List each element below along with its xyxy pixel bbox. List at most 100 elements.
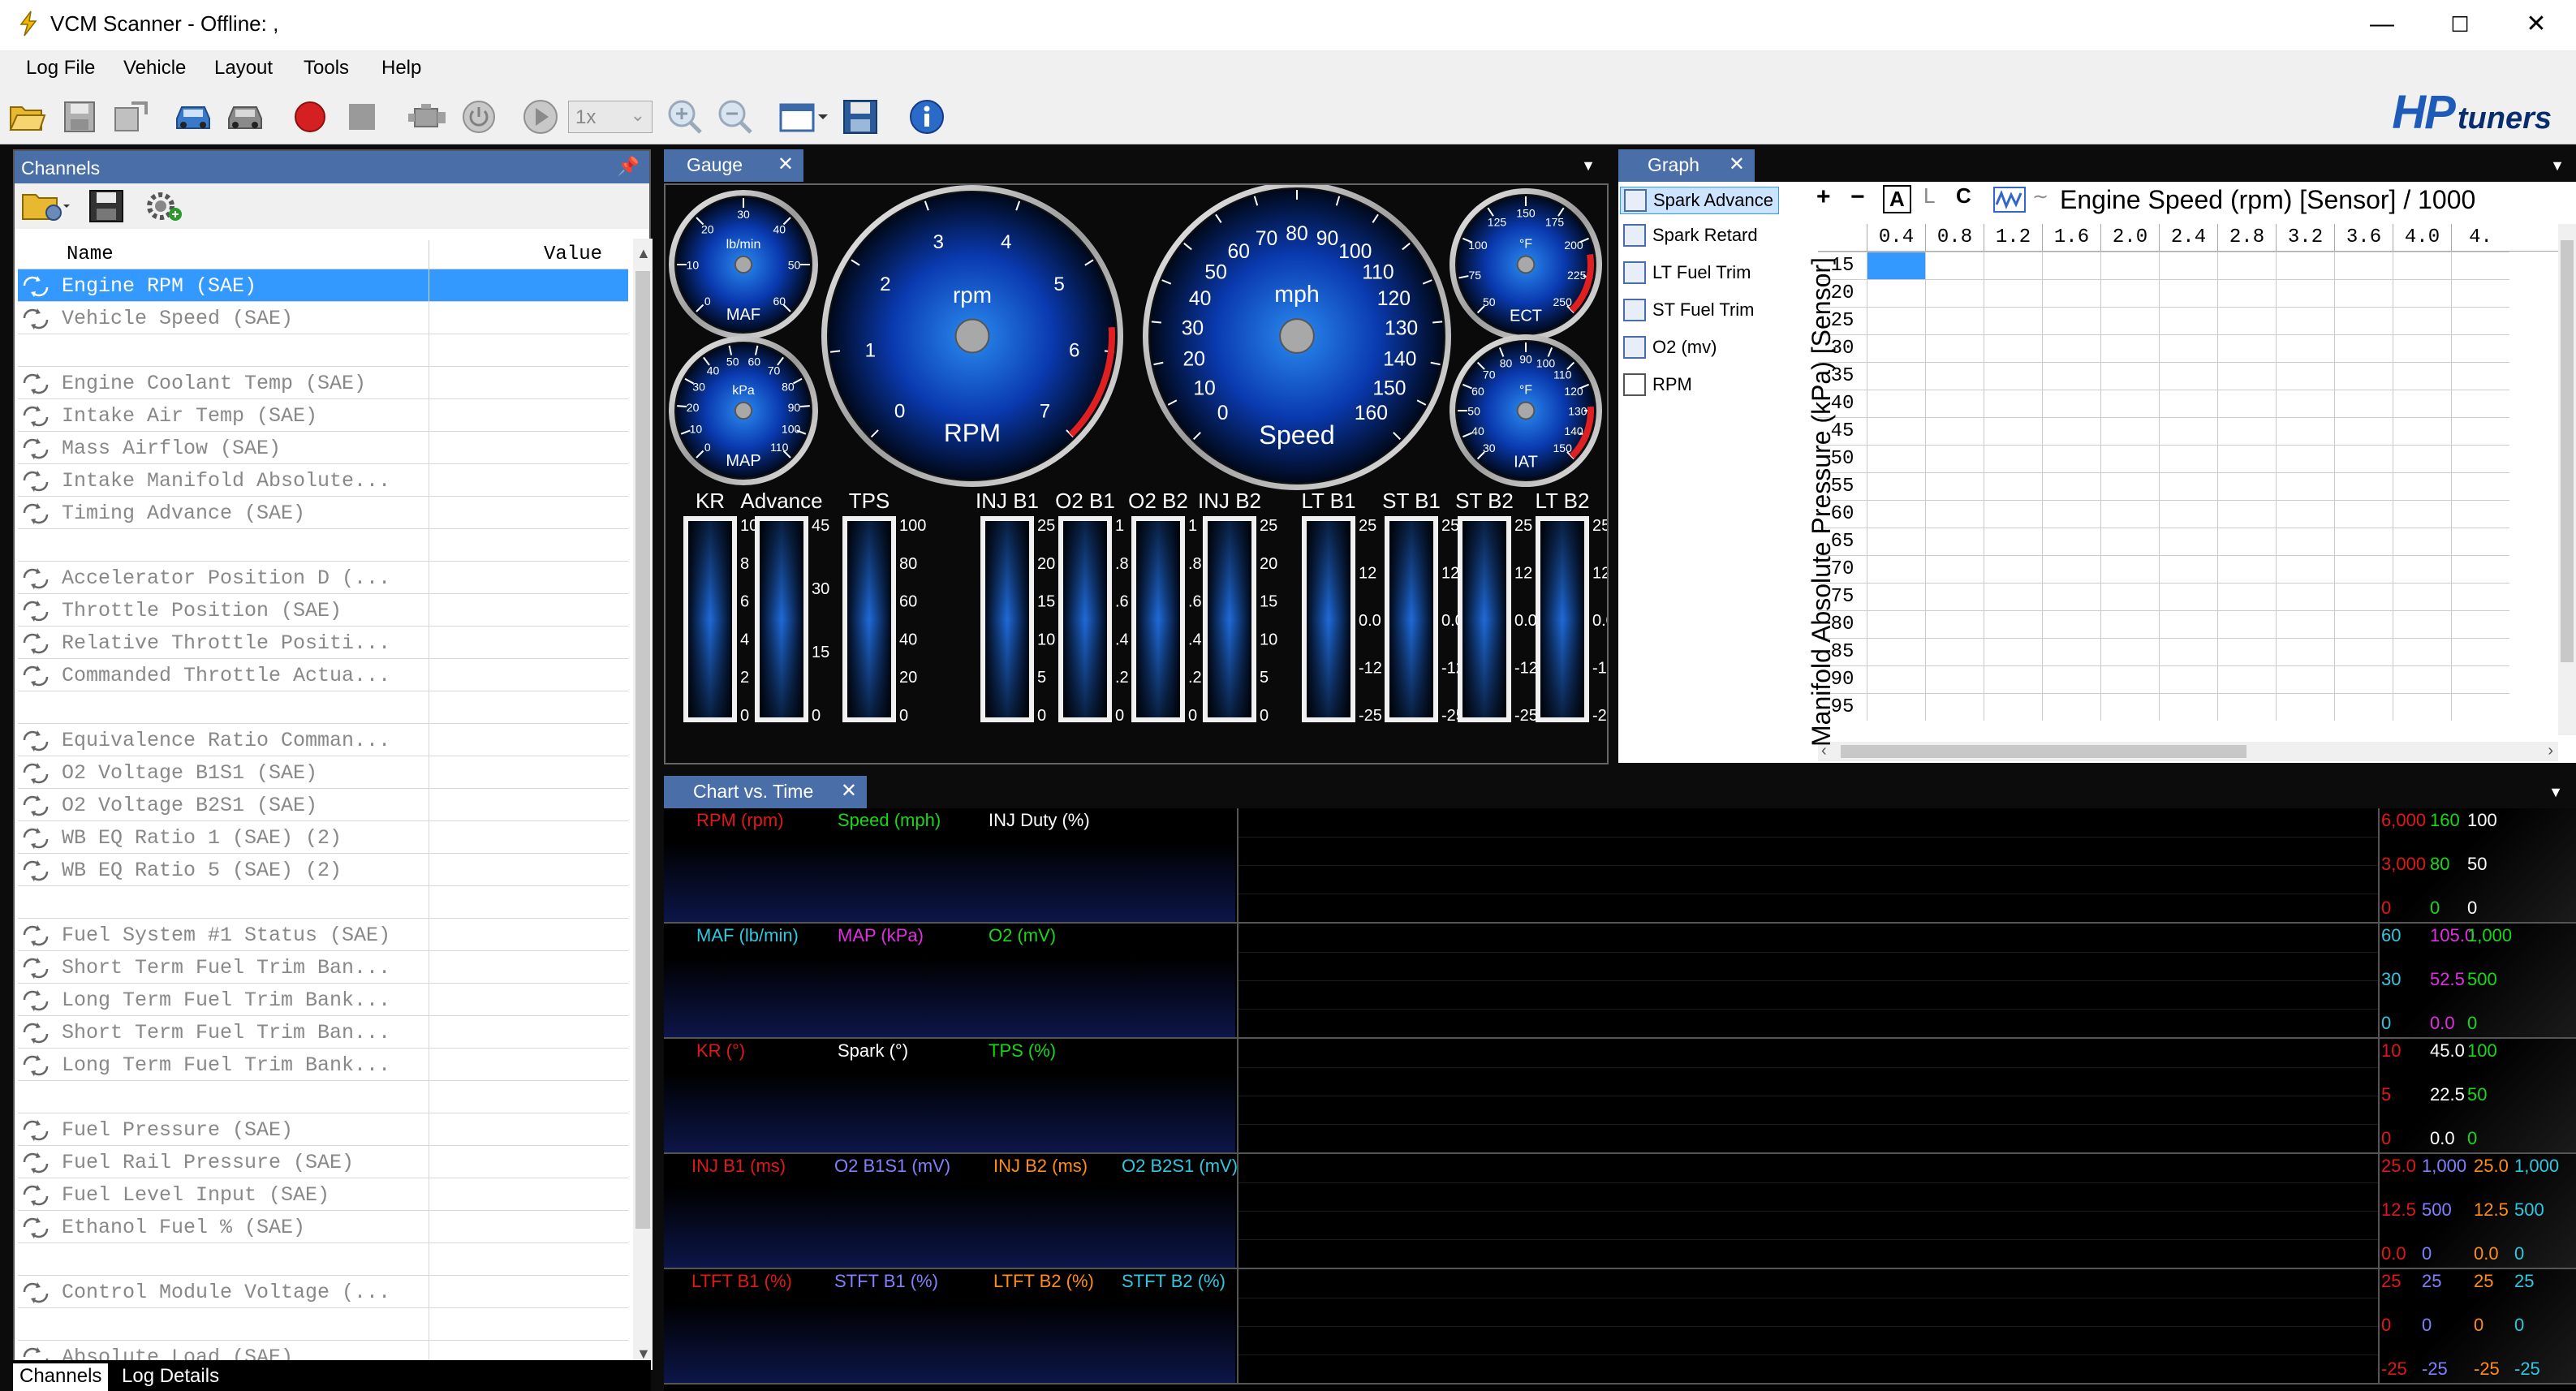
graph-cell[interactable] <box>2042 252 2100 279</box>
pin-icon[interactable]: 📌 <box>618 156 640 177</box>
engine-button[interactable] <box>406 96 448 138</box>
graph-cell[interactable] <box>1984 252 2042 279</box>
graph-cell[interactable] <box>2100 555 2159 583</box>
graph-cell[interactable] <box>2217 693 2276 721</box>
graph-cell[interactable] <box>2276 362 2334 390</box>
graph-cell[interactable] <box>1867 500 1925 528</box>
graph-cell[interactable] <box>1984 638 2042 665</box>
graph-cell[interactable] <box>2334 417 2393 445</box>
channel-row[interactable]: Long Term Fuel Trim Bank... <box>18 984 628 1016</box>
graph-cell[interactable] <box>2217 555 2276 583</box>
filter-icon[interactable]: ∼ <box>2032 185 2048 209</box>
graph-cell[interactable] <box>2159 334 2217 362</box>
channel-row[interactable]: Short Term Fuel Trim Ban... <box>18 951 628 984</box>
graph-cell[interactable] <box>1925 472 1984 500</box>
graph-cell[interactable] <box>1867 279 1925 307</box>
graph-cell[interactable] <box>2100 693 2159 721</box>
menu-vehicle[interactable]: Vehicle <box>123 57 186 80</box>
graph-cell[interactable] <box>2451 252 2509 279</box>
menu-help[interactable]: Help <box>381 57 421 80</box>
graph-cell[interactable] <box>2100 307 2159 334</box>
graph-cell[interactable] <box>2042 307 2100 334</box>
graph-item-spark-retard[interactable]: Spark Retard <box>1623 224 1758 247</box>
channel-row[interactable]: Equivalence Ratio Comman... <box>18 724 628 756</box>
graph-cell[interactable] <box>1925 445 1984 472</box>
graph-cell[interactable] <box>2334 500 2393 528</box>
tab-chart-vs-time[interactable]: Chart vs. Time ✕ <box>664 776 867 808</box>
graph-cell[interactable] <box>1867 307 1925 334</box>
graph-cell[interactable] <box>2334 390 2393 417</box>
chart-channel-label[interactable]: INJ Duty (%) <box>989 810 1090 831</box>
channel-row[interactable] <box>18 1081 628 1113</box>
graph-cell[interactable] <box>2393 583 2451 610</box>
graph-cell[interactable] <box>2451 445 2509 472</box>
graph-cell[interactable] <box>2393 307 2451 334</box>
graph-cell[interactable] <box>1867 252 1925 279</box>
graph-cell[interactable] <box>2276 528 2334 555</box>
playback-speed-select[interactable]: 1x ⌄ <box>568 101 653 133</box>
graph-cell[interactable] <box>1925 528 1984 555</box>
graph-cell[interactable] <box>2393 665 2451 693</box>
graph-cell[interactable] <box>2100 362 2159 390</box>
channel-row[interactable] <box>18 1243 628 1276</box>
save-channels-button[interactable] <box>88 188 127 224</box>
graph-cell[interactable] <box>1984 583 2042 610</box>
channel-row[interactable]: Fuel Pressure (SAE) <box>18 1113 628 1146</box>
graph-cell[interactable] <box>2217 500 2276 528</box>
graph-cell[interactable] <box>2393 555 2451 583</box>
graph-cell[interactable] <box>2393 362 2451 390</box>
channel-row[interactable] <box>18 691 628 724</box>
zoom-in-button[interactable] <box>664 96 706 138</box>
graph-item-spark-advance[interactable]: Spark Advance <box>1620 187 1779 214</box>
channel-row[interactable]: Engine RPM (SAE) <box>18 269 628 302</box>
graph-cell[interactable] <box>1984 417 2042 445</box>
channel-row[interactable]: Long Term Fuel Trim Bank... <box>18 1049 628 1081</box>
graph-cell[interactable] <box>1867 693 1925 721</box>
graph-cell[interactable] <box>2393 417 2451 445</box>
graph-dropdown-icon[interactable]: ▼ <box>2550 157 2565 174</box>
graph-cell[interactable] <box>2451 334 2509 362</box>
graph-cell[interactable] <box>2042 500 2100 528</box>
graph-cell[interactable] <box>2276 500 2334 528</box>
graph-cell[interactable] <box>2042 528 2100 555</box>
graph-cell[interactable] <box>2276 610 2334 638</box>
graph-cell[interactable] <box>2276 307 2334 334</box>
graph-cell[interactable] <box>2451 472 2509 500</box>
graph-item-lt-fuel-trim[interactable]: LT Fuel Trim <box>1623 261 1751 284</box>
graph-cell[interactable] <box>2276 445 2334 472</box>
graph-cell[interactable] <box>2042 693 2100 721</box>
graph-cell[interactable] <box>1984 555 2042 583</box>
clear-button[interactable]: C <box>1956 183 1971 209</box>
graph-cell[interactable] <box>2217 583 2276 610</box>
graph-cell[interactable] <box>2393 445 2451 472</box>
open-file-button[interactable] <box>6 96 49 138</box>
graph-cell[interactable] <box>2451 610 2509 638</box>
line-button[interactable]: L <box>1923 183 1935 209</box>
channel-row[interactable]: WB EQ Ratio 1 (SAE) (2) <box>18 821 628 854</box>
graph-cell[interactable] <box>2451 528 2509 555</box>
graph-cell[interactable] <box>2217 610 2276 638</box>
graph-cell[interactable] <box>2042 390 2100 417</box>
chart-channel-label[interactable]: TPS (%) <box>989 1040 1056 1062</box>
graph-cell[interactable] <box>1984 472 2042 500</box>
graph-cell[interactable] <box>1925 390 1984 417</box>
stop-button[interactable] <box>341 96 383 138</box>
graph-cell[interactable] <box>1867 638 1925 665</box>
chart-strip-plot[interactable] <box>1237 808 2380 922</box>
graph-cell[interactable] <box>2334 307 2393 334</box>
graph-cell[interactable] <box>2100 610 2159 638</box>
scrollbar-thumb[interactable] <box>635 271 650 1229</box>
gauge-dropdown-icon[interactable]: ▼ <box>1581 157 1596 174</box>
graph-cell[interactable] <box>2217 252 2276 279</box>
graph-cell[interactable] <box>2393 390 2451 417</box>
power-button[interactable] <box>458 96 500 138</box>
graph-cell[interactable] <box>1867 583 1925 610</box>
convert-button[interactable] <box>110 96 153 138</box>
graph-cell[interactable] <box>2217 334 2276 362</box>
graph-cell[interactable] <box>2334 445 2393 472</box>
graph-cell[interactable] <box>2451 638 2509 665</box>
graph-vscroll[interactable] <box>2558 224 2576 735</box>
connect-vehicle-button[interactable] <box>172 96 214 138</box>
channels-scrollbar[interactable]: ▲ ▼ <box>633 239 653 1370</box>
graph-cell[interactable] <box>2100 583 2159 610</box>
